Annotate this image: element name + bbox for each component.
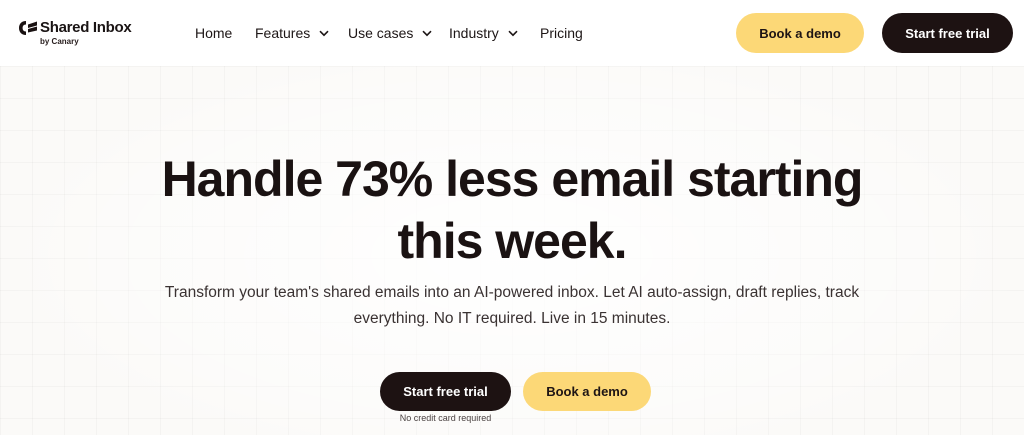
subtext-line-2: everything. No IT required. Live in 15 m… [353, 310, 671, 327]
nav-item-use-cases[interactable]: Use cases [348, 24, 432, 42]
nav-item-label: Use cases [348, 25, 414, 41]
nav-item-label: Home [195, 25, 233, 41]
hero-section: Handle 73% less email starting this week… [0, 66, 1024, 435]
logo-subtitle: by Canary [40, 37, 79, 46]
nav-item-industry[interactable]: Industry [449, 24, 518, 42]
book-demo-button[interactable]: Book a demo [736, 13, 864, 53]
start-free-trial-button[interactable]: Start free trial [882, 13, 1013, 53]
hero-headline: Handle 73% less email starting this week… [0, 148, 1024, 272]
hero-subtext: Transform your team's shared emails into… [0, 280, 1024, 332]
nav-item-label: Features [255, 25, 311, 41]
no-credit-card-note: No credit card required [399, 413, 492, 423]
nav-item-home[interactable]: Home [195, 24, 232, 42]
logo[interactable]: Shared Inbox by Canary [18, 19, 148, 49]
hero-start-free-trial-button[interactable]: Start free trial [380, 372, 511, 411]
logo-mark-icon [19, 21, 37, 35]
chevron-down-icon [508, 30, 518, 36]
headline-line-2: this week. [397, 213, 628, 269]
logo-name: Shared Inbox [40, 19, 132, 36]
nav-item-features[interactable]: Features [255, 24, 329, 42]
site-header: Shared Inbox by Canary Home Features Use… [0, 0, 1024, 66]
nav-item-pricing[interactable]: Pricing [540, 24, 583, 42]
hero-book-demo-button[interactable]: Book a demo [523, 372, 651, 411]
chevron-down-icon [422, 30, 432, 36]
nav-item-label: Pricing [540, 25, 583, 41]
nav-item-label: Industry [449, 25, 499, 41]
chevron-down-icon [319, 30, 329, 36]
subtext-line-1: Transform your team's shared emails into… [164, 284, 860, 301]
headline-line-1: Handle 73% less email starting [161, 151, 864, 207]
